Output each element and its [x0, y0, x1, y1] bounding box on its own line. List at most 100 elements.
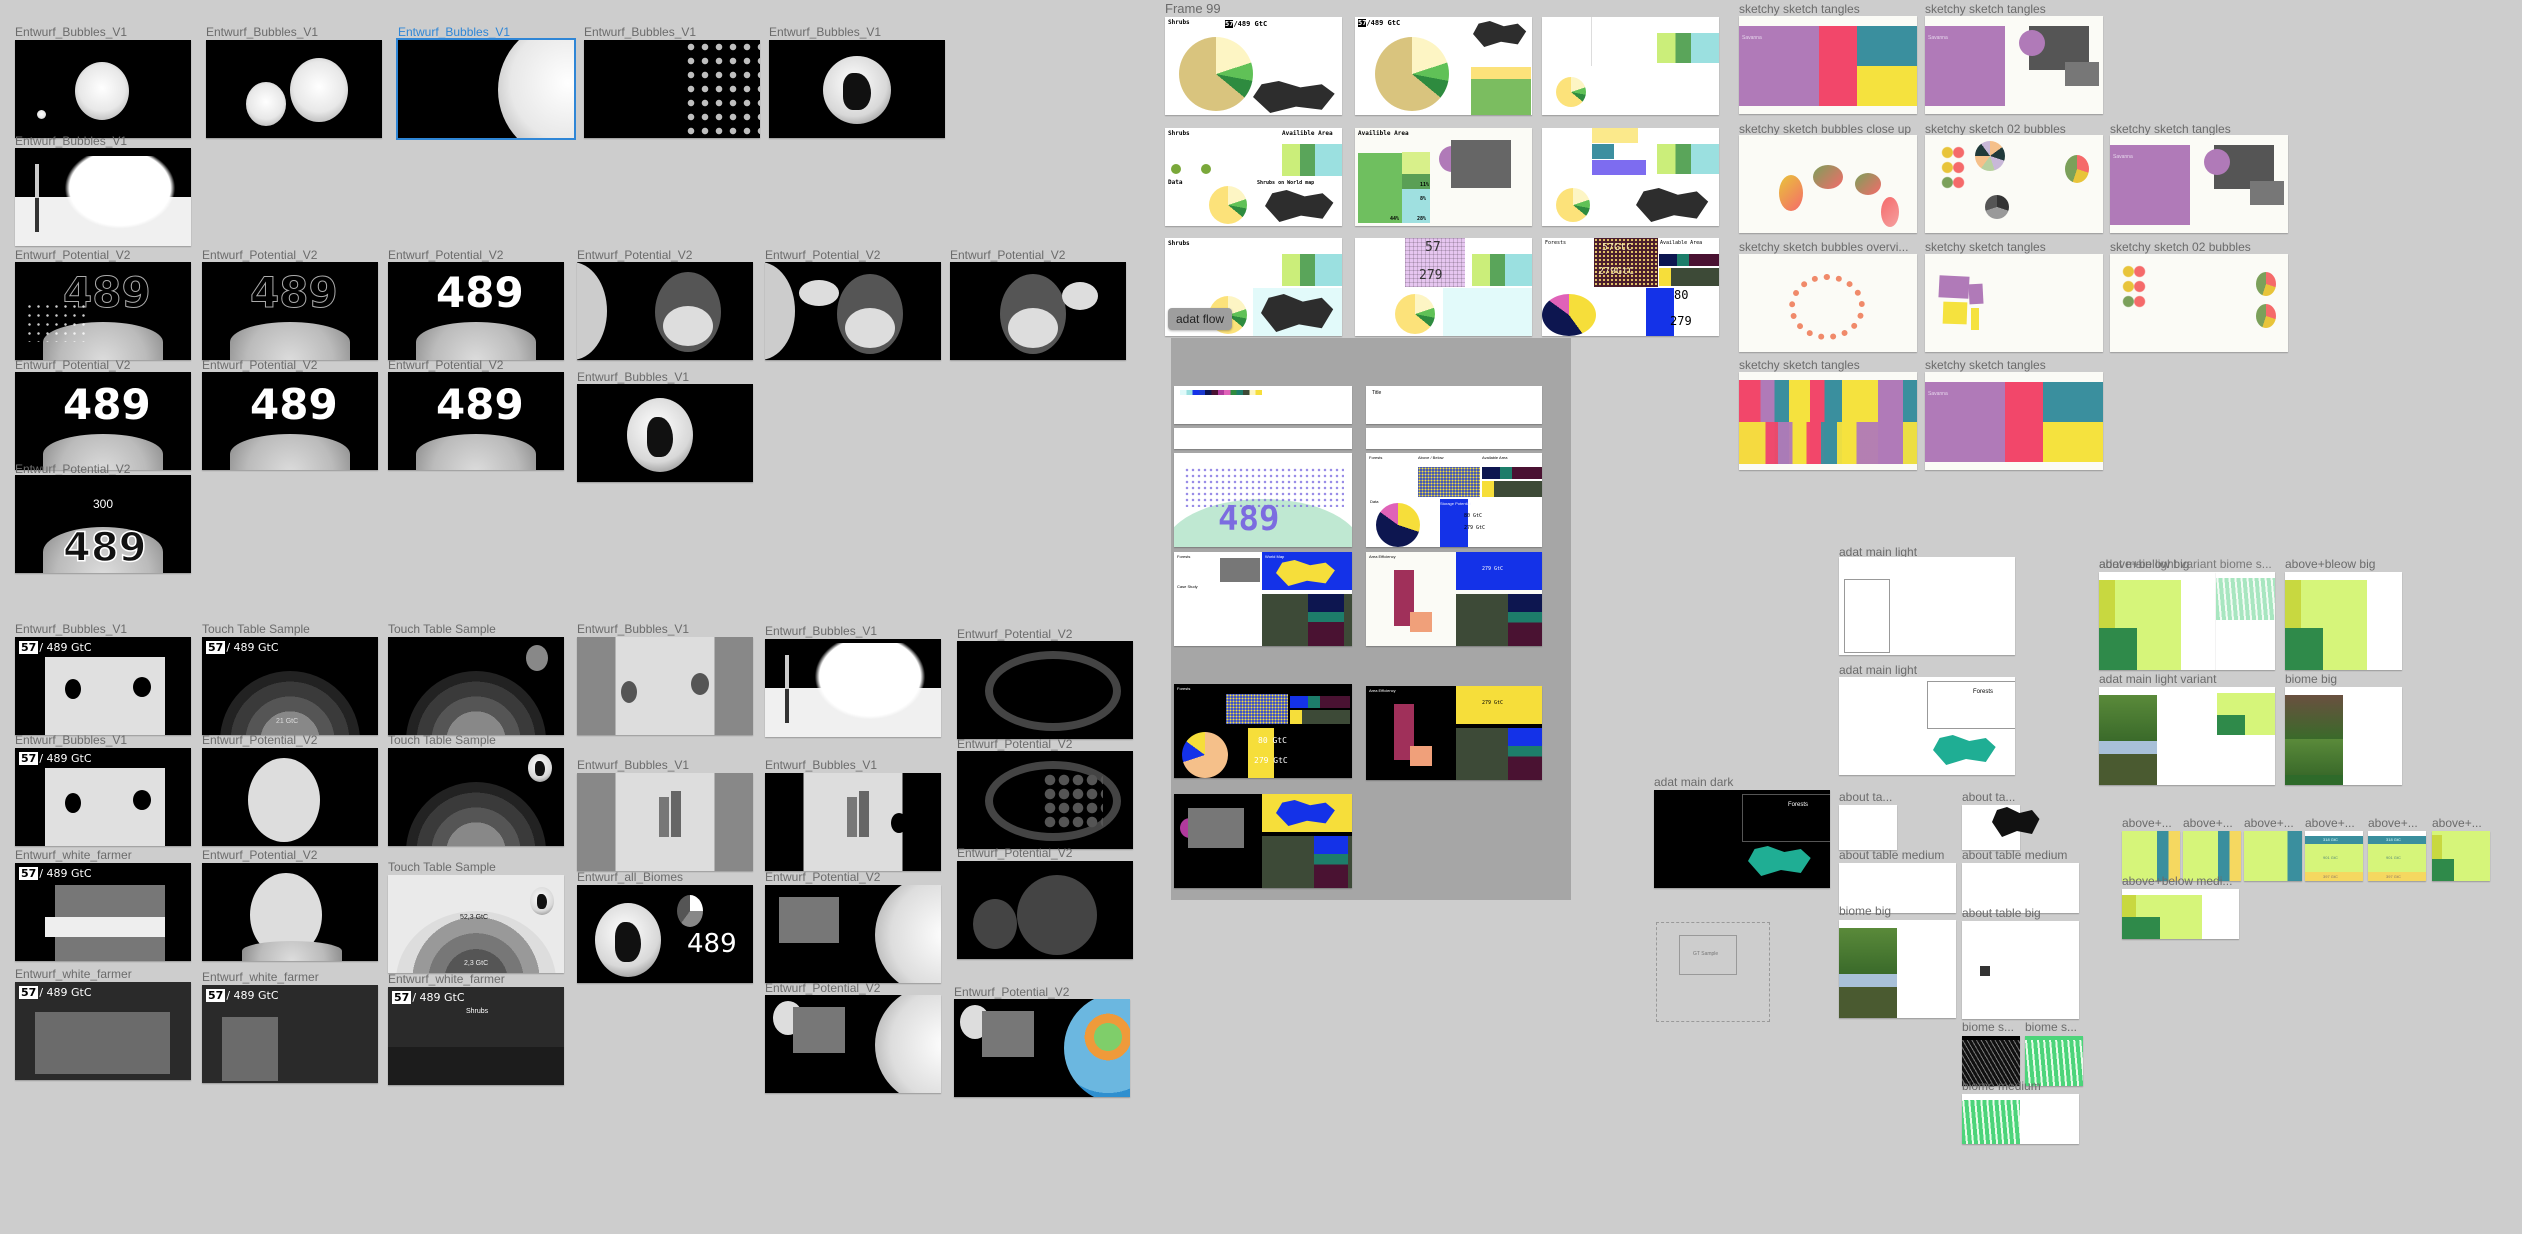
frame-label[interactable]: about table medium	[1839, 848, 1959, 862]
frame-label[interactable]: Entwurf_all_Biomes	[577, 870, 753, 884]
frame-thumbnail[interactable]: Savanna	[1925, 372, 2103, 470]
frame-thumbnail[interactable]	[584, 40, 760, 138]
frame-label[interactable]: Entwurf_Bubbles_V1	[15, 622, 191, 636]
frame-label[interactable]: Entwurf_Potential_V2	[202, 733, 378, 747]
frame-thumbnail[interactable]: 57/ 489 GtC	[202, 985, 378, 1083]
frame-label[interactable]: about ta...	[1839, 790, 1899, 804]
card-dashboard-2[interactable]	[1542, 128, 1719, 226]
frame-label[interactable]: about ta...	[1962, 790, 2022, 804]
frame-label[interactable]: sketchy sketch tangles	[1925, 240, 2105, 254]
frame-thumbnail[interactable]	[1962, 1094, 2079, 1144]
frame-label[interactable]: Entwurf_Potential_V2	[765, 870, 941, 884]
frame-thumbnail[interactable]: 489 300	[15, 475, 191, 573]
frame-label[interactable]: Entwurf_Potential_V2	[15, 358, 191, 372]
frame-label[interactable]: sketchy sketch 02 bubbles	[1925, 122, 2105, 136]
frame-label[interactable]: above+bleow big	[2285, 557, 2405, 571]
frame-thumbnail[interactable]	[954, 999, 1130, 1097]
frame-label[interactable]: Entwurf_Bubbles_V1	[577, 370, 753, 384]
adat-flow-tag[interactable]: adat flow	[1168, 308, 1233, 330]
frame-label[interactable]: sketchy sketch bubbles overvi...	[1739, 240, 1919, 254]
card-dashboard-light[interactable]: Forests Above / Below Available Area Sto…	[1366, 453, 1542, 547]
frame-label[interactable]: Entwurf_Bubbles_V1	[577, 622, 753, 636]
frame-label[interactable]: Entwurf_white_farmer	[15, 967, 191, 981]
frame-label[interactable]: Entwurf_Potential_V2	[15, 248, 191, 262]
frame-thumbnail[interactable]	[15, 40, 191, 138]
frame-thumbnail[interactable]: 318 GtC 901 GtC 397 GtC	[2368, 831, 2426, 881]
frame-thumbnail[interactable]	[2244, 831, 2302, 881]
frame-label[interactable]: above+below big	[2099, 557, 2194, 571]
frame-label[interactable]: Entwurf_Potential_V2	[957, 627, 1133, 641]
frame99-label[interactable]: Frame 99	[1165, 2, 1221, 16]
frame-label[interactable]: Entwurf_Potential_V2	[202, 358, 378, 372]
frame-label[interactable]: Entwurf_Bubbles_V1	[769, 25, 945, 39]
frame-thumbnail[interactable]	[2122, 889, 2239, 939]
frame-thumbnail[interactable]: Savanna	[1925, 16, 2103, 114]
card-dashboard-dark-3[interactable]	[1174, 794, 1352, 888]
frame-thumbnail[interactable]: 489	[15, 262, 191, 360]
frame-label[interactable]: Entwurf_Bubbles_V1	[15, 25, 191, 39]
title-card[interactable]: Title	[1366, 386, 1542, 424]
frame-label[interactable]: Entwurf_Potential_V2	[954, 985, 1130, 999]
frame-thumbnail[interactable]	[1739, 372, 1917, 470]
card-dashboard-dark-1[interactable]: Forests 80 GtC 279 GtC	[1174, 684, 1352, 778]
frame-label[interactable]: Entwurf_Potential_V2	[202, 248, 378, 262]
frame-thumbnail[interactable]: 57/ 489 GtC	[15, 863, 191, 961]
frame-thumbnail[interactable]: 489	[388, 262, 564, 360]
frame-thumbnail[interactable]: 57/ 489 GtC	[15, 637, 191, 735]
frame-thumbnail[interactable]: 57/ 489 GtC Shrubs	[388, 987, 564, 1085]
frame-label[interactable]: above+...	[2305, 816, 2363, 830]
frame-label[interactable]: biome s...	[2025, 1020, 2085, 1034]
frame-thumbnail[interactable]	[1739, 254, 1917, 352]
frame-thumbnail[interactable]	[765, 885, 941, 983]
frame-label[interactable]: above+below medi...	[2122, 874, 2242, 888]
frame-thumbnail[interactable]	[1925, 135, 2103, 233]
frame-label[interactable]: adat main light	[1839, 663, 2019, 677]
frame-thumbnail[interactable]	[577, 637, 753, 735]
frame-thumbnail[interactable]	[202, 748, 378, 846]
frame-thumbnail[interactable]	[2432, 831, 2490, 881]
card-forests-case-study[interactable]: Forests Case Study World Map	[1174, 552, 1352, 646]
frame-thumbnail[interactable]: 57/ 489 GtC 21 GtC	[202, 637, 378, 735]
frame-thumbnail[interactable]	[2285, 572, 2402, 670]
frame-label[interactable]: Entwurf_Bubbles_V1	[584, 25, 760, 39]
frame-thumbnail[interactable]	[957, 751, 1133, 849]
frame-label[interactable]: above+...	[2432, 816, 2490, 830]
icon-set-card[interactable]	[1174, 428, 1352, 449]
frame-thumbnail[interactable]: 489	[577, 885, 753, 983]
frame-label[interactable]: above+...	[2183, 816, 2241, 830]
frame-label[interactable]: Entwurf_Bubbles_V1	[206, 25, 382, 39]
frame-thumbnail[interactable]	[1962, 805, 2040, 850]
frame-thumbnail[interactable]: 52,3 GtC 2,3 GtC	[388, 875, 564, 973]
frame-label[interactable]: biome medium	[1962, 1079, 2082, 1093]
frame-label[interactable]: Touch Table Sample	[388, 860, 564, 874]
frame-label[interactable]: Touch Table Sample	[202, 622, 378, 636]
frame-thumbnail[interactable]	[1925, 254, 2103, 352]
frame-thumbnail[interactable]: 489	[388, 372, 564, 470]
frame-thumbnail[interactable]	[1839, 920, 1956, 1018]
frame-thumbnail[interactable]	[2110, 254, 2288, 352]
frame-label[interactable]: Entwurf_Potential_V2	[765, 981, 941, 995]
frame-thumbnail[interactable]	[202, 863, 378, 961]
card-grid-variant[interactable]	[1542, 17, 1719, 115]
frame-thumbnail[interactable]: Savanna	[1739, 16, 1917, 114]
frame-label[interactable]: Entwurf_Potential_V2	[15, 462, 191, 476]
frame-thumbnail[interactable]	[577, 384, 753, 482]
frame-label[interactable]: Entwurf_Potential_V2	[388, 358, 564, 372]
card-dashboard-4[interactable]: 57 279	[1355, 238, 1532, 336]
frame-thumbnail[interactable]	[2285, 687, 2402, 785]
frame-label[interactable]: biome s...	[1962, 1020, 2022, 1034]
card-dashboard-1[interactable]: Shrubs Data Availible Area Shrubs on Wor…	[1165, 128, 1342, 226]
frame-label[interactable]: sketchy sketch tangles	[1739, 2, 1919, 16]
card-available-area[interactable]: Availible Area 11% 8% 44% 28%	[1355, 128, 1532, 226]
color-palette-card[interactable]	[1174, 386, 1352, 424]
frame-label[interactable]: Entwurf_Potential_V2	[950, 248, 1126, 262]
frame-label[interactable]: Entwurf_Potential_V2	[202, 848, 378, 862]
frame-label[interactable]: sketchy sketch tangles	[1925, 358, 2105, 372]
frame-label[interactable]: biome big	[1839, 904, 1959, 918]
frame-thumbnail[interactable]	[765, 773, 941, 871]
frame-thumbnail[interactable]: Forests	[1654, 790, 1830, 888]
frame-thumbnail[interactable]	[2216, 572, 2275, 670]
frame-label[interactable]: Entwurf_Bubbles_V1	[15, 134, 191, 148]
frame-thumbnail[interactable]	[1839, 557, 2015, 655]
frame-thumbnail[interactable]: 57/ 489 GtC	[15, 748, 191, 846]
